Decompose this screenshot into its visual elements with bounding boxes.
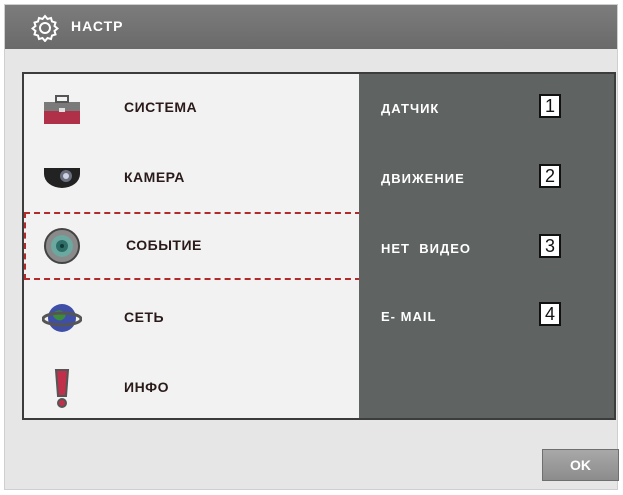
menu-item-system[interactable]: СИСТЕМА	[24, 74, 359, 142]
event-icon	[44, 228, 80, 264]
number-badge: 3	[539, 234, 561, 258]
camera-icon	[44, 168, 80, 188]
menu-item-label: КАМЕРА	[124, 169, 185, 185]
submenu: ДАТЧИК 1 ДВИЖЕНИЕ 2 НЕТ ВИДЕО 3 E- MAIL …	[359, 74, 614, 418]
settings-window: НАСТР СИСТЕМА КАМЕРА СОБЫТИЕ СЕТЬ ИНФО Д…	[4, 4, 619, 490]
number-badge: 4	[539, 302, 561, 326]
menu-item-label: СИСТЕМА	[124, 99, 198, 115]
number-badge: 2	[539, 164, 561, 188]
number-badge: 1	[539, 94, 561, 118]
submenu-item-sensor[interactable]: ДАТЧИК 1	[381, 94, 593, 124]
menu-item-info[interactable]: ИНФО	[24, 354, 359, 422]
settings-panel: СИСТЕМА КАМЕРА СОБЫТИЕ СЕТЬ ИНФО ДАТЧИК …	[22, 72, 616, 420]
network-globe-icon	[42, 304, 82, 332]
submenu-item-no-video[interactable]: НЕТ ВИДЕО 3	[381, 234, 593, 264]
submenu-item-motion[interactable]: ДВИЖЕНИЕ 2	[381, 164, 593, 194]
submenu-item-label: ДВИЖЕНИЕ	[381, 171, 465, 186]
menu-item-network[interactable]: СЕТЬ	[24, 284, 359, 352]
menu-item-camera[interactable]: КАМЕРА	[24, 144, 359, 212]
gear-icon	[31, 14, 59, 42]
menu-item-label: ИНФО	[124, 379, 170, 395]
main-menu: СИСТЕМА КАМЕРА СОБЫТИЕ СЕТЬ ИНФО	[24, 74, 361, 418]
ok-button[interactable]: OK	[542, 449, 619, 481]
submenu-item-label: E- MAIL	[381, 309, 437, 324]
toolbox-icon	[44, 95, 80, 124]
exclamation-icon	[54, 369, 70, 408]
menu-item-event[interactable]: СОБЫТИЕ	[24, 212, 361, 280]
menu-item-label: СЕТЬ	[124, 309, 165, 325]
submenu-item-label: ДАТЧИК	[381, 101, 440, 116]
page-title: НАСТР	[71, 18, 124, 34]
title-bar: НАСТР	[5, 5, 617, 49]
submenu-item-label: НЕТ ВИДЕО	[381, 241, 471, 256]
submenu-item-email[interactable]: E- MAIL 4	[381, 302, 593, 332]
menu-item-label: СОБЫТИЕ	[126, 237, 202, 253]
